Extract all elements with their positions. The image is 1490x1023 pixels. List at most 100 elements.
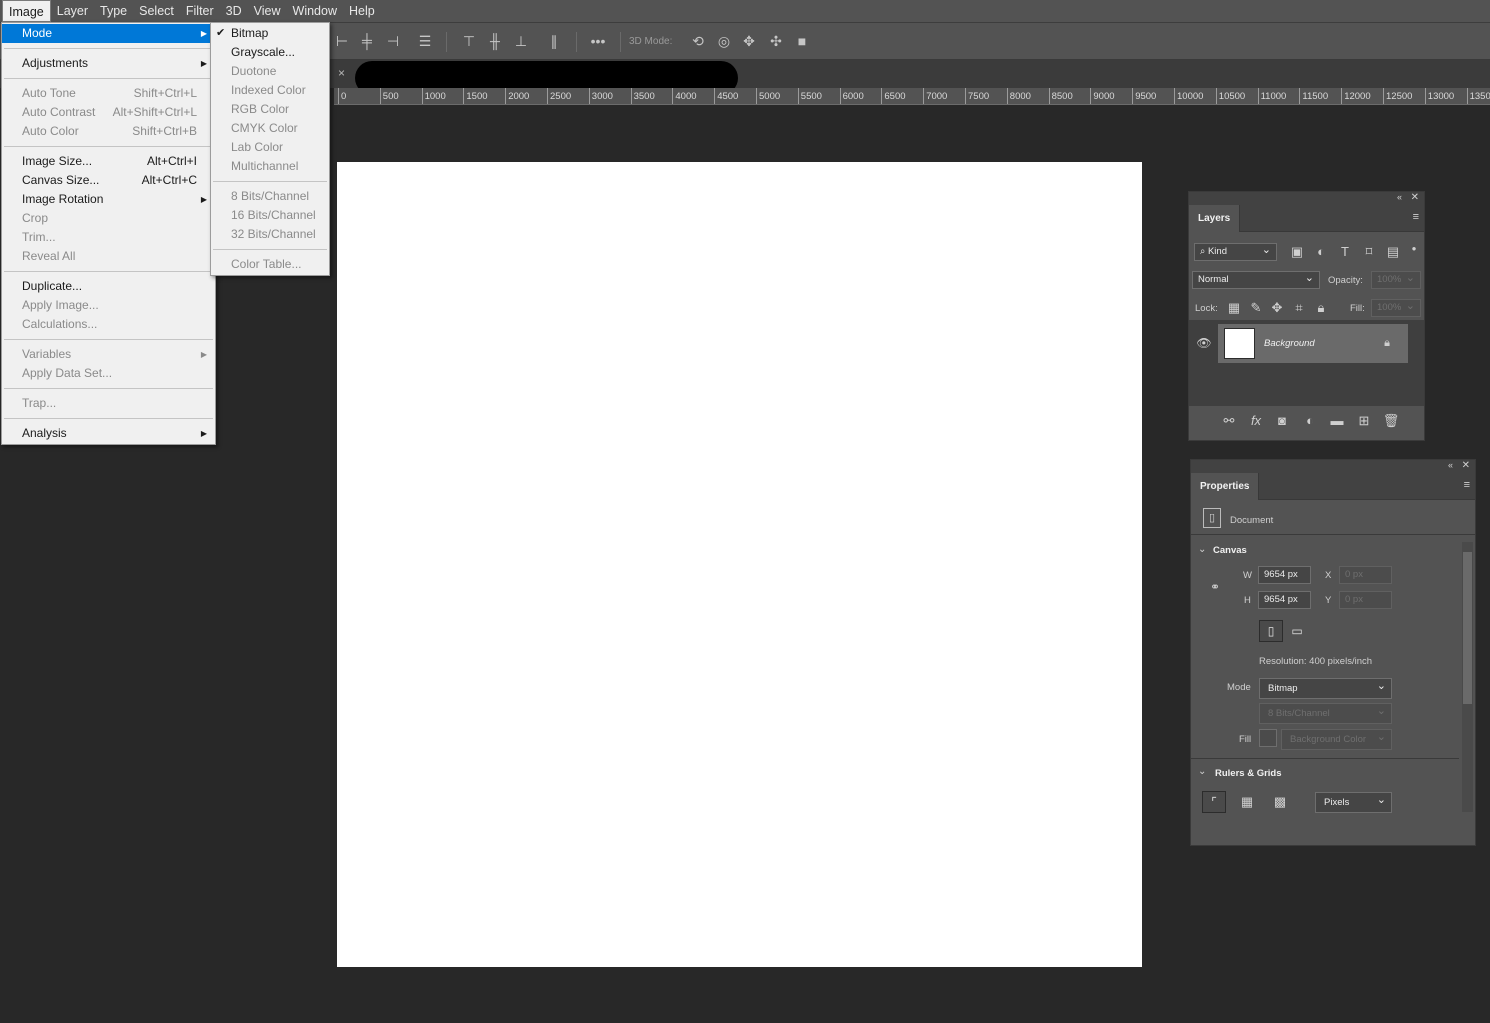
pan-3d-icon[interactable]: ✥ — [740, 33, 758, 50]
lock-position-icon[interactable]: ✥ — [1268, 299, 1286, 317]
menu-item-duplicate[interactable]: Duplicate... — [2, 277, 215, 296]
orbit-3d-icon[interactable]: ⟲ — [689, 33, 707, 50]
new-adjustment-icon[interactable]: ◐ — [1301, 412, 1319, 430]
align-left-icon[interactable]: ⊢ — [333, 33, 351, 50]
bit-depth-select[interactable]: 8 Bits/Channel — [1259, 703, 1392, 724]
menu-layer[interactable]: Layer — [51, 0, 94, 22]
panel-menu-icon[interactable]: ≡ — [1464, 479, 1470, 491]
align-middle-v-icon[interactable]: ╫ — [486, 33, 504, 49]
slide-3d-icon[interactable]: ✣ — [767, 33, 785, 50]
menu-item-lab-color[interactable]: Lab Color — [211, 138, 329, 157]
type-filter-icon[interactable]: T — [1336, 243, 1354, 261]
roll-3d-icon[interactable]: ◎ — [715, 33, 733, 50]
menu-item-image-rotation[interactable]: Image Rotation ▶ — [2, 190, 215, 209]
tab-properties[interactable]: Properties — [1191, 473, 1260, 500]
y-input[interactable]: 0 px — [1339, 591, 1392, 609]
link-dimensions-icon[interactable]: ⚭ — [1206, 578, 1224, 596]
new-group-icon[interactable]: ▬ — [1328, 412, 1346, 430]
rulers-grids-section-title[interactable]: Rulers & Grids — [1215, 768, 1282, 779]
shape-filter-icon[interactable]: ⌑ — [1360, 243, 1378, 261]
delete-layer-icon[interactable]: 🗑︎ — [1382, 412, 1400, 430]
menu-item-grayscale[interactable]: Grayscale... — [211, 43, 329, 62]
fill-color-swatch[interactable] — [1259, 729, 1277, 747]
properties-scrollbar[interactable] — [1462, 542, 1473, 812]
menu-item-analysis[interactable]: Analysis ▶ — [2, 424, 215, 443]
fx-icon[interactable]: fx — [1247, 412, 1265, 430]
more-options-icon[interactable]: ••• — [589, 33, 607, 49]
menu-item-apply-data-set[interactable]: Apply Data Set... — [2, 364, 215, 383]
document-canvas[interactable] — [337, 162, 1142, 967]
guides-toggle-icon[interactable]: ▩ — [1271, 793, 1289, 811]
adjustment-filter-icon[interactable]: ◐ — [1312, 243, 1330, 261]
portrait-orientation-icon[interactable]: ▯ — [1259, 620, 1283, 642]
menu-item-apply-image[interactable]: Apply Image... — [2, 296, 215, 315]
menu-type[interactable]: Type — [94, 0, 133, 22]
lock-brush-icon[interactable]: ✎ — [1247, 299, 1265, 317]
scrollbar-thumb[interactable] — [1463, 552, 1472, 704]
x-input[interactable]: 0 px — [1339, 566, 1392, 584]
layer-filter-kind[interactable]: ⌕ Kind — [1194, 243, 1277, 261]
menu-item-auto-color[interactable]: Auto Color Shift+Ctrl+B — [2, 122, 215, 141]
distribute-h-icon[interactable]: ☰ — [416, 33, 434, 50]
menu-item-32-bits-channel[interactable]: 32 Bits/Channel — [211, 225, 329, 244]
menu-item-mode[interactable]: Mode ▶ — [2, 24, 215, 43]
lock-all-icon[interactable]: 🔒︎ — [1312, 299, 1330, 317]
fill-input[interactable]: 100% — [1371, 299, 1421, 317]
menu-item-auto-tone[interactable]: Auto Tone Shift+Ctrl+L — [2, 84, 215, 103]
menu-item-rgb-color[interactable]: RGB Color — [211, 100, 329, 119]
opacity-input[interactable]: 100% — [1371, 271, 1421, 289]
menu-filter[interactable]: Filter — [180, 0, 220, 22]
close-panel-icon[interactable]: ✕ — [1462, 460, 1470, 471]
tab-close-icon[interactable]: × — [338, 66, 345, 80]
grid-toggle-icon[interactable]: ▦ — [1238, 793, 1256, 811]
smart-object-filter-icon[interactable]: ▤ — [1384, 243, 1402, 261]
menu-item-trim[interactable]: Trim... — [2, 228, 215, 247]
scale-3d-icon[interactable]: ■ — [793, 33, 811, 49]
distribute-v-icon[interactable]: ∥ — [545, 33, 563, 50]
menu-item-variables[interactable]: Variables ▶ — [2, 345, 215, 364]
chevron-down-icon[interactable]: ⌄ — [1198, 766, 1206, 777]
landscape-orientation-icon[interactable]: ▭ — [1285, 620, 1309, 642]
pixel-filter-icon[interactable]: ▣ — [1288, 243, 1306, 261]
menu-view[interactable]: View — [248, 0, 287, 22]
lock-transparent-icon[interactable]: ▦ — [1225, 299, 1243, 317]
menu-3d[interactable]: 3D — [220, 0, 248, 22]
add-mask-icon[interactable]: ◙ — [1273, 412, 1291, 430]
menu-item-color-table[interactable]: Color Table... — [211, 255, 329, 274]
menu-item-reveal-all[interactable]: Reveal All — [2, 247, 215, 266]
collapse-panel-icon[interactable]: « — [1448, 460, 1453, 470]
menu-item-image-size[interactable]: Image Size... Alt+Ctrl+I — [2, 152, 215, 171]
menu-item-calculations[interactable]: Calculations... — [2, 315, 215, 334]
menu-help[interactable]: Help — [343, 0, 381, 22]
collapse-panel-icon[interactable]: « — [1397, 192, 1402, 202]
visibility-eye-icon[interactable]: 👁︎ — [1195, 334, 1213, 352]
ruler-toggle-icon[interactable]: ⌜ — [1202, 791, 1226, 813]
canvas-section-title[interactable]: Canvas — [1213, 545, 1247, 556]
width-input[interactable]: 9654 px — [1258, 566, 1311, 584]
tab-layers[interactable]: Layers — [1189, 205, 1241, 232]
menu-item-multichannel[interactable]: Multichannel — [211, 157, 329, 176]
fill-select[interactable]: Background Color — [1281, 729, 1392, 750]
chevron-down-icon[interactable]: ⌄ — [1198, 544, 1206, 555]
align-center-h-icon[interactable]: ╪ — [358, 33, 376, 49]
height-input[interactable]: 9654 px — [1258, 591, 1311, 609]
align-right-icon[interactable]: ⊣ — [384, 33, 402, 50]
blend-mode-select[interactable]: Normal — [1192, 271, 1320, 289]
filter-toggle-icon[interactable]: ● — [1405, 240, 1423, 258]
menu-item-crop[interactable]: Crop — [2, 209, 215, 228]
ruler-units-select[interactable]: Pixels — [1315, 792, 1392, 813]
menu-item-auto-contrast[interactable]: Auto Contrast Alt+Shift+Ctrl+L — [2, 103, 215, 122]
close-panel-icon[interactable]: ✕ — [1411, 192, 1419, 203]
align-bottom-icon[interactable]: ⊥ — [512, 33, 530, 50]
mode-select[interactable]: Bitmap — [1259, 678, 1392, 699]
menu-window[interactable]: Window — [287, 0, 343, 22]
menu-item-cmyk-color[interactable]: CMYK Color — [211, 119, 329, 138]
align-top-icon[interactable]: ⊤ — [460, 33, 478, 50]
menu-item-trap[interactable]: Trap... — [2, 394, 215, 413]
menu-item-adjustments[interactable]: Adjustments ▶ — [2, 54, 215, 73]
menu-item-8-bits-channel[interactable]: 8 Bits/Channel — [211, 187, 329, 206]
menu-image[interactable]: Image — [2, 0, 51, 22]
menu-item-duotone[interactable]: Duotone — [211, 62, 329, 81]
menu-item-16-bits-channel[interactable]: 16 Bits/Channel — [211, 206, 329, 225]
link-layers-icon[interactable]: ⚯ — [1220, 412, 1238, 430]
